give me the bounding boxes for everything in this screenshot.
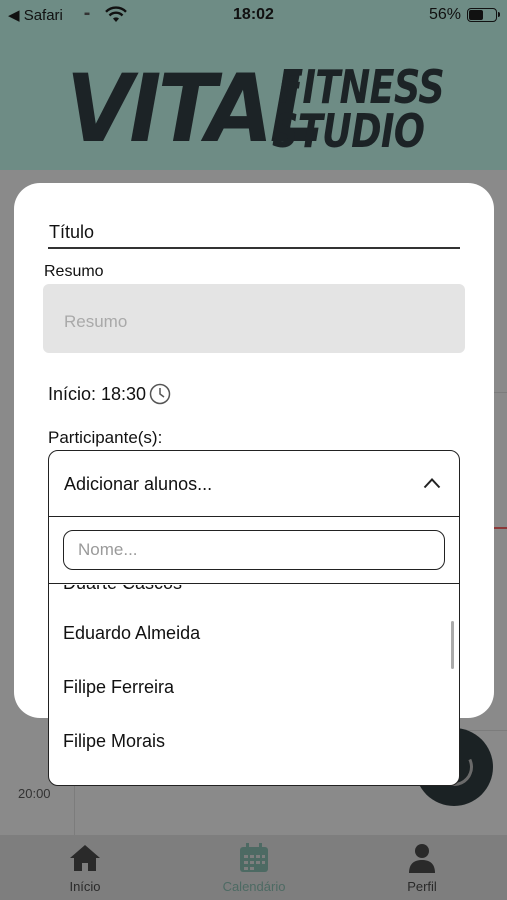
students-dropdown: Adicionar alunos... Duarte Cascos Eduard…: [48, 450, 460, 786]
app-header: VITAL FITNESS STUDIO: [0, 30, 507, 170]
students-list: Duarte Cascos Eduardo Almeida Filipe Fer…: [49, 585, 459, 785]
battery-icon: [467, 8, 500, 22]
hour-label: 20:00: [18, 786, 51, 801]
summary-placeholder: Resumo: [64, 312, 128, 331]
tab-label: Calendário: [222, 879, 286, 894]
title-field-value: Título: [49, 222, 95, 242]
start-time-label: Início: 18:30: [48, 383, 147, 404]
name-search-input[interactable]: [63, 530, 445, 570]
clock-icon: [149, 383, 171, 405]
list-scrollbar[interactable]: [451, 621, 454, 669]
tab-bar: Início Calendário Perfil: [0, 835, 507, 900]
tab-perfil[interactable]: Perfil: [362, 843, 482, 894]
home-icon: [70, 845, 100, 871]
tab-calendario[interactable]: Calendário: [194, 843, 314, 894]
person-icon: [409, 844, 435, 873]
list-item[interactable]: Eduardo Almeida: [63, 623, 200, 644]
search-area: [49, 517, 459, 584]
tab-label: Perfil: [407, 879, 437, 894]
students-dropdown-toggle[interactable]: Adicionar alunos...: [49, 451, 459, 517]
start-time-picker[interactable]: Início: 18:30: [48, 383, 171, 405]
status-bar: ◀ Safari ▪▪ 18:02 56%: [0, 0, 507, 30]
tab-inicio[interactable]: Início: [25, 843, 145, 894]
list-item[interactable]: Filipe Ferreira: [63, 677, 174, 698]
title-field[interactable]: Título: [48, 221, 460, 249]
battery-percent: 56%: [428, 6, 461, 23]
participants-label: Participante(s):: [48, 428, 163, 447]
tab-label: Início: [69, 879, 101, 894]
calendar-icon: [240, 843, 268, 872]
list-item[interactable]: Duarte Cascos: [63, 585, 182, 594]
dropdown-header-text: Adicionar alunos...: [64, 474, 213, 494]
list-item[interactable]: Filipe Morais: [63, 731, 165, 752]
summary-label: Resumo: [44, 263, 104, 280]
chevron-up-icon: [423, 478, 441, 489]
vital-fitness-studio-logo: VITAL FITNESS STUDIO: [66, 55, 445, 164]
summary-input[interactable]: Resumo: [43, 284, 465, 353]
